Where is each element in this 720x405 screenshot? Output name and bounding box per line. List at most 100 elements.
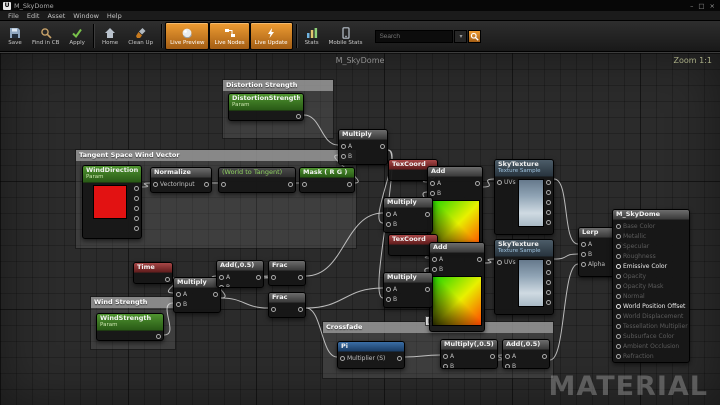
graph-canvas[interactable]: M_SkyDome Zoom 1:1 MATERIAL Distortion S…	[0, 52, 720, 405]
output-pin[interactable]	[546, 219, 551, 227]
node-frac-1[interactable]: Frac	[268, 260, 306, 286]
input-pin[interactable]	[271, 273, 276, 281]
node-mask-r-g[interactable]: Mask ( R G )	[299, 167, 355, 193]
input-pin[interactable]: A	[505, 352, 516, 360]
input-pin[interactable]: Alpha	[581, 260, 605, 268]
output-pin-roughness[interactable]: Roughness	[613, 251, 689, 261]
node-multiply-0-5[interactable]: Multiply(,0.5)AB	[440, 339, 498, 369]
live-nodes-toggle[interactable]: Live Nodes	[209, 22, 249, 50]
output-pin[interactable]	[425, 285, 430, 293]
node-multiply-2[interactable]: MultiplyAB	[383, 197, 433, 233]
input-pin[interactable]: A	[386, 210, 397, 218]
output-pin[interactable]	[546, 179, 551, 187]
output-pin[interactable]	[347, 180, 352, 188]
save-button[interactable]: Save	[3, 22, 27, 50]
input-pin[interactable]: A	[443, 352, 454, 360]
output-pin[interactable]	[542, 352, 547, 360]
input-pin[interactable]: Multiplier (S)	[340, 354, 385, 362]
mobile-stats-button[interactable]: Mobile Stats	[324, 22, 368, 50]
node-distortionstrength[interactable]: DistortionStrengthParam	[228, 93, 304, 121]
input-pin[interactable]	[271, 305, 276, 313]
output-pin-emissive-color[interactable]: Emissive Color	[613, 261, 689, 271]
output-pin[interactable]	[546, 269, 551, 277]
output-pin-refraction[interactable]: Refraction	[613, 351, 689, 361]
menu-window[interactable]: Window	[69, 12, 103, 20]
output-pin-world-position-offset[interactable]: World Position Offset	[613, 301, 689, 311]
node-time[interactable]: Time	[133, 262, 173, 284]
output-pin[interactable]	[296, 113, 301, 121]
output-pin[interactable]	[156, 333, 161, 341]
output-pin-subsurface-color[interactable]: Subsurface Color	[613, 331, 689, 341]
output-pin[interactable]	[298, 273, 303, 281]
output-pin[interactable]	[425, 210, 430, 218]
search-go-button[interactable]	[468, 30, 481, 43]
output-pin[interactable]	[165, 275, 170, 283]
input-pin[interactable]: A	[432, 255, 443, 263]
input-pin[interactable]: B	[581, 250, 605, 258]
live-update-toggle[interactable]: Live Update	[250, 22, 293, 50]
menu-help[interactable]: Help	[103, 12, 126, 20]
output-pin[interactable]	[298, 305, 303, 313]
close-button[interactable]: ×	[710, 2, 715, 10]
input-pin[interactable]: B	[219, 283, 230, 288]
output-pin[interactable]	[213, 290, 218, 298]
output-pin[interactable]	[546, 259, 551, 267]
node-winddirection[interactable]: WindDirectionParam	[82, 165, 142, 239]
input-pin[interactable]: B	[176, 300, 187, 308]
node-m-skydome-output[interactable]: M_SkyDomeBase ColorMetallicSpecularRough…	[612, 209, 690, 363]
output-pin[interactable]	[546, 289, 551, 297]
input-pin[interactable]	[221, 180, 226, 188]
live-preview-toggle[interactable]: Live Preview	[165, 22, 209, 50]
output-pin[interactable]	[397, 354, 402, 362]
node-normalize[interactable]: NormalizeVectorInput	[150, 167, 212, 193]
maximize-button[interactable]: □	[698, 2, 704, 10]
output-pin-world-displacement[interactable]: World Displacement	[613, 311, 689, 321]
node-multiply-4[interactable]: MultiplyAB	[173, 277, 221, 313]
search-input[interactable]	[375, 30, 453, 43]
input-pin[interactable]: UVs	[497, 259, 516, 267]
output-pin[interactable]	[380, 142, 385, 150]
output-pin[interactable]	[546, 279, 551, 287]
node-frac-2[interactable]: Frac	[268, 292, 306, 318]
node-multiply-1[interactable]: MultiplyAB	[338, 129, 388, 165]
home-button[interactable]: Home	[97, 22, 123, 50]
input-pin[interactable]: B	[341, 152, 352, 160]
menu-file[interactable]: File	[4, 12, 23, 20]
input-pin[interactable]: B	[386, 295, 397, 303]
output-pin[interactable]	[490, 352, 495, 360]
output-pin[interactable]	[134, 195, 139, 203]
output-pin[interactable]	[134, 215, 139, 223]
clean-up-button[interactable]: Clean Up	[123, 22, 158, 50]
chevron-down-icon[interactable]: ▾	[454, 30, 467, 43]
input-pin[interactable]: B	[443, 362, 454, 369]
input-pin[interactable]: B	[432, 265, 443, 273]
input-pin[interactable]: B	[505, 362, 516, 369]
find-in-cb-button[interactable]: Find in CB	[27, 22, 64, 50]
output-pin[interactable]	[477, 255, 482, 263]
stats-button[interactable]: Stats	[300, 22, 324, 50]
output-pin-normal[interactable]: Normal	[613, 291, 689, 301]
node-add-0-5-a[interactable]: Add(,0.5)AB	[216, 260, 264, 288]
apply-button[interactable]: Apply	[64, 22, 90, 50]
node-skytexture-2[interactable]: SkyTextureTexture SampleUVs	[494, 239, 554, 315]
minimize-button[interactable]: –	[690, 2, 693, 10]
output-pin[interactable]	[134, 205, 139, 213]
node-add-2[interactable]: AddAB	[429, 242, 485, 332]
node-world-to-tangent[interactable]: (World to Tangent)	[218, 167, 296, 193]
output-pin-opacity[interactable]: Opacity	[613, 271, 689, 281]
input-pin[interactable]: A	[219, 273, 230, 281]
output-pin[interactable]	[204, 180, 209, 188]
input-pin[interactable]	[302, 180, 307, 188]
output-pin-specular[interactable]: Specular	[613, 241, 689, 251]
node-windstrength[interactable]: WindStrengthParam	[96, 313, 164, 341]
node-skytexture-1[interactable]: SkyTextureTexture SampleUVs	[494, 159, 554, 235]
output-pin[interactable]	[288, 180, 293, 188]
output-pin-opacity-mask[interactable]: Opacity Mask	[613, 281, 689, 291]
output-pin[interactable]	[546, 299, 551, 307]
node-pi[interactable]: PiMultiplier (S)	[337, 341, 405, 369]
input-pin[interactable]: UVs	[497, 179, 516, 187]
output-pin[interactable]	[546, 209, 551, 217]
output-pin[interactable]	[475, 179, 480, 187]
output-pin[interactable]	[546, 189, 551, 197]
node-multiply-3[interactable]: MultiplyAB	[383, 272, 433, 308]
